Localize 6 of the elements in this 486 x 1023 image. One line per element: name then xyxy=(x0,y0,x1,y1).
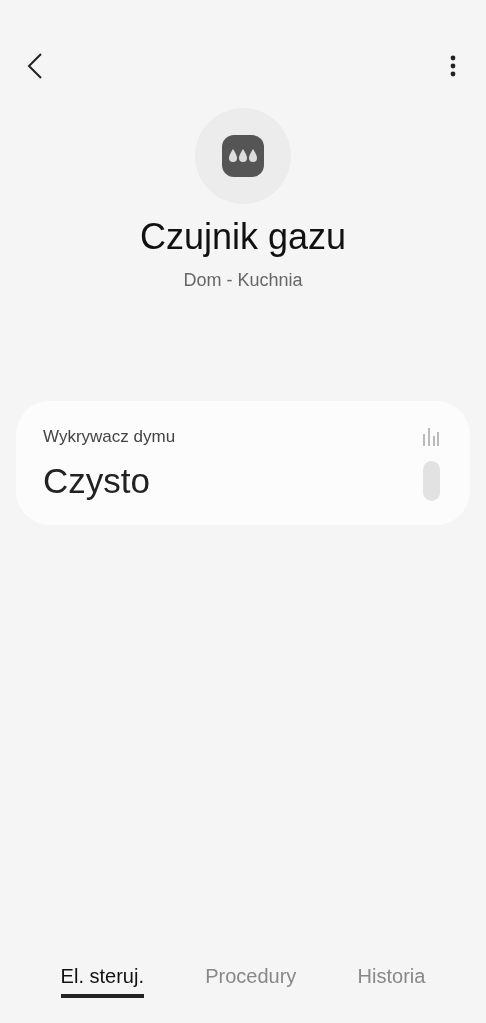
tab[interactable]: El. steruj. xyxy=(60,965,144,998)
device-location: Dom - Kuchnia xyxy=(183,270,303,291)
device-name: Czujnik gazu xyxy=(139,216,347,258)
card-label: Wykrywacz dymu xyxy=(43,427,176,447)
sensor-card[interactable]: Wykrywacz dymu Czysto xyxy=(16,401,470,525)
sensor-status: Czysto xyxy=(43,461,150,501)
